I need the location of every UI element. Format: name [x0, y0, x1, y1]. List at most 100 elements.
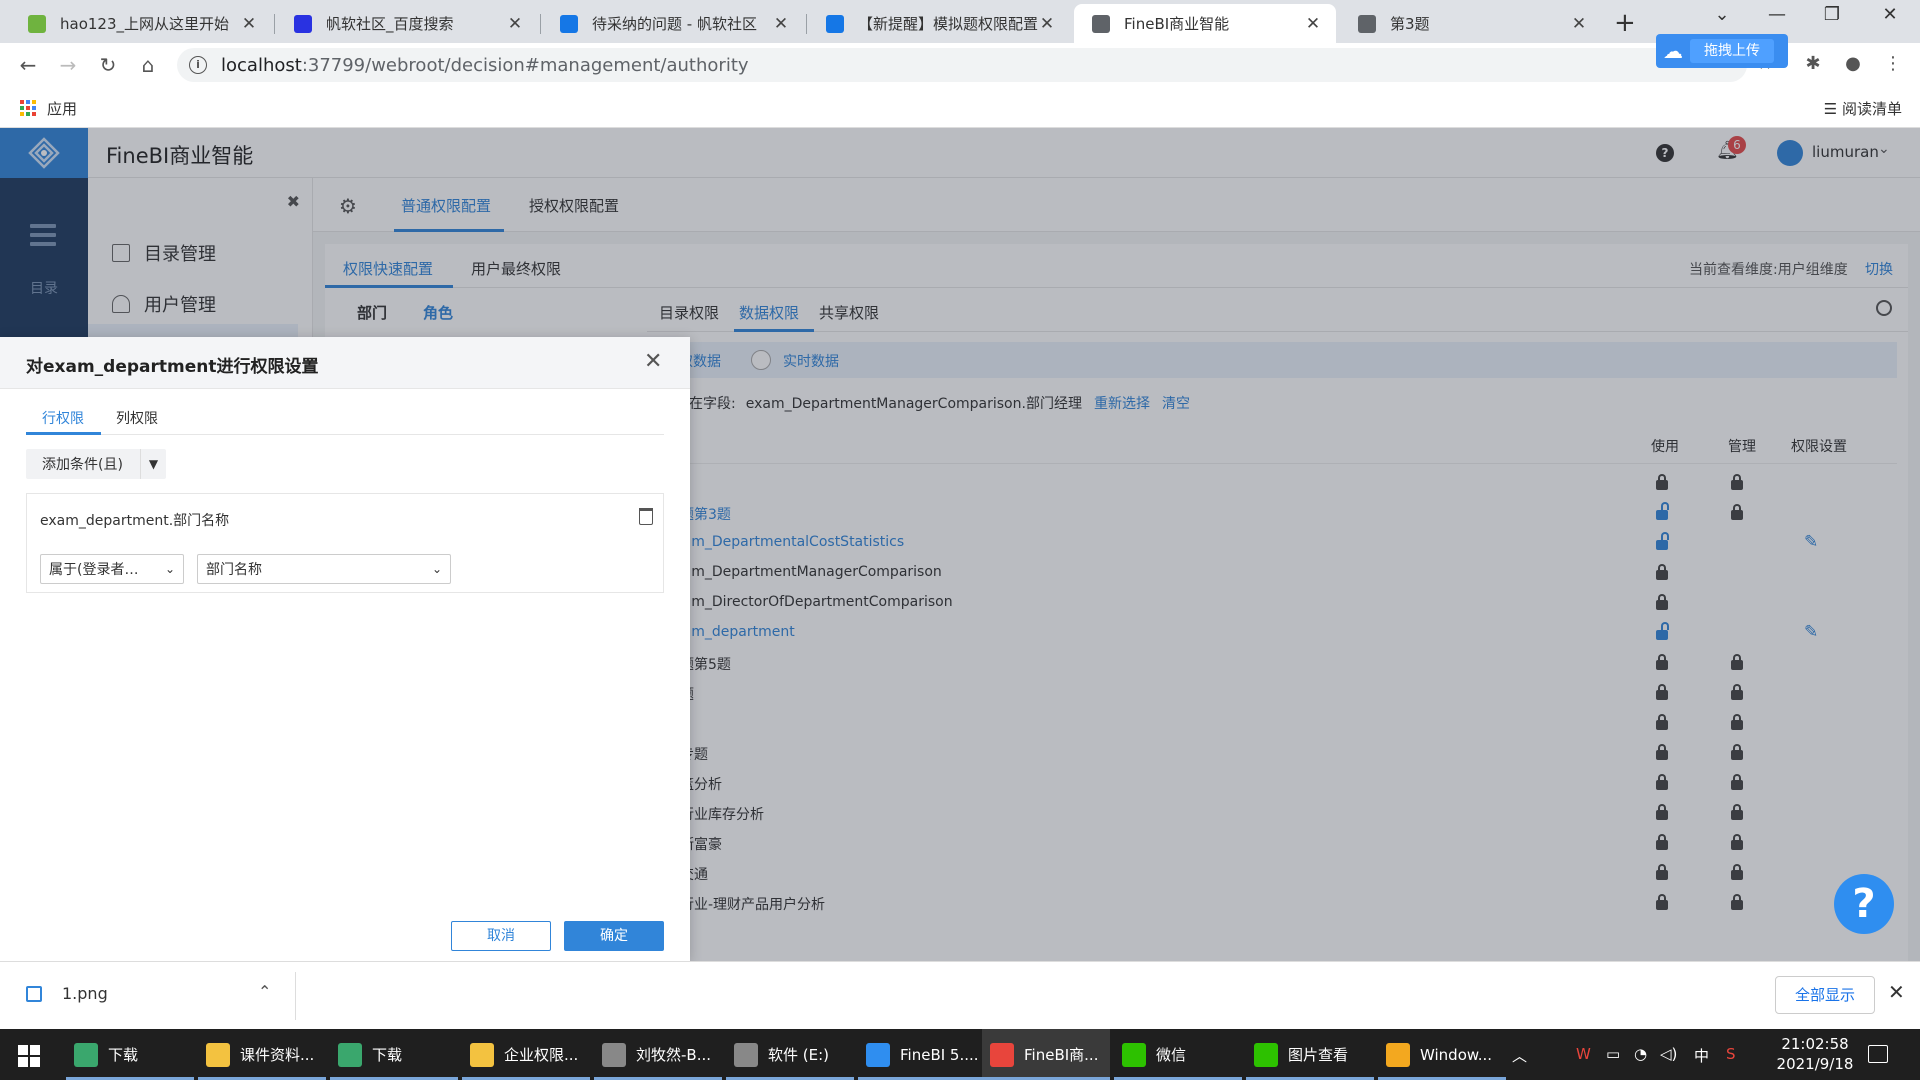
ime-indicator[interactable]: 中 [1694, 1045, 1709, 1066]
tab-search-icon[interactable]: ⌄ [1702, 4, 1742, 25]
taskbar-item[interactable]: FineBI 5.... [858, 1029, 986, 1080]
reload-icon[interactable]: ↻ [94, 51, 122, 79]
apps-bookmark[interactable]: 应用 [47, 98, 77, 119]
taskbar-item-label: 课件资料... [240, 1046, 315, 1064]
notification-center-icon[interactable] [1868, 1045, 1888, 1063]
browser-tab[interactable]: 【新提醒】模拟题权限配置 ✕ [808, 4, 1070, 43]
show-all-downloads-button[interactable]: 全部显示 [1775, 976, 1875, 1014]
taskbar-item[interactable]: Window... [1378, 1029, 1506, 1080]
taskbar-item-label: 下载 [372, 1046, 403, 1064]
floating-help-icon[interactable]: ? [1834, 874, 1894, 934]
divider [295, 972, 296, 1020]
dialog-tabs: 行权限 列权限 [26, 399, 664, 435]
operator-select[interactable]: 属于(登录者… ⌄ [40, 554, 184, 584]
battery-icon[interactable]: ▭ [1606, 1045, 1620, 1063]
address-bar[interactable]: i localhost:37799/webroot/decision#manag… [177, 48, 1747, 82]
globe-icon [1092, 14, 1110, 33]
windows-start-icon[interactable] [18, 1045, 40, 1067]
close-tab-icon[interactable]: ✕ [1570, 14, 1588, 34]
maximize-button[interactable]: ❐ [1812, 4, 1852, 25]
network-icon[interactable]: ◔ [1634, 1045, 1647, 1063]
taskbar-item[interactable]: 下载 [66, 1029, 194, 1080]
tab-separator [806, 14, 807, 34]
taskbar-item[interactable]: 刘牧然-B... [594, 1029, 722, 1080]
reading-list-button[interactable]: ☰ 阅读清单 [1824, 98, 1902, 119]
download-bar: 1.png ⌃ 全部显示 ✕ [0, 961, 1920, 1029]
taskbar-item-label: 微信 [1156, 1046, 1187, 1064]
forward-icon[interactable]: → [54, 51, 82, 79]
chevron-down-icon: ⌄ [431, 562, 443, 576]
drag-upload-widget[interactable]: ☁ 拖拽上传 [1656, 34, 1788, 68]
taskbar-item[interactable]: FineBI商... [982, 1029, 1110, 1080]
wps-icon[interactable]: W [1576, 1045, 1591, 1063]
app-icon [990, 1042, 1014, 1067]
url-host: localhost [221, 54, 302, 76]
browser-tab[interactable]: FineBI商业智能 ✕ [1074, 4, 1336, 43]
fanruan-icon [826, 14, 844, 33]
close-tab-icon[interactable]: ✕ [506, 14, 524, 34]
chevron-up-icon[interactable]: ⌃ [258, 982, 271, 1001]
add-condition-button[interactable]: 添加条件(且) ▼ [26, 449, 166, 479]
tab-row-permission[interactable]: 行权限 [42, 408, 84, 428]
home-icon[interactable]: ⌂ [134, 51, 162, 79]
profile-icon[interactable]: ● [1840, 53, 1866, 74]
close-download-bar-icon[interactable]: ✕ [1888, 980, 1905, 1004]
system-clock[interactable]: 21:02:58 2021/9/18 [1760, 1034, 1870, 1074]
value-field-select[interactable]: 部门名称 ⌄ [197, 554, 451, 584]
extensions-icon[interactable]: ✱ [1800, 53, 1826, 74]
value-field-value: 部门名称 [206, 562, 262, 578]
close-window-button[interactable]: ✕ [1870, 4, 1910, 25]
dialog-title: 对exam_department进行权限设置 [26, 357, 319, 377]
app-icon [866, 1042, 890, 1067]
tab-separator [540, 14, 541, 34]
new-tab-button[interactable]: + [1614, 8, 1636, 38]
globe-icon [1358, 14, 1376, 33]
minimize-button[interactable]: — [1757, 4, 1797, 25]
tab-title: FineBI商业智能 [1124, 15, 1230, 33]
browser-tab[interactable]: 待采纳的问题 - 帆软社区 ✕ [542, 4, 804, 43]
sogou-icon[interactable]: S [1726, 1045, 1736, 1063]
confirm-button[interactable]: 确定 [564, 921, 664, 951]
browser-tab[interactable]: 第3题 ✕ [1340, 4, 1602, 43]
taskbar-item[interactable]: 企业权限... [462, 1029, 590, 1080]
taskbar-item[interactable]: 图片查看 [1246, 1029, 1374, 1080]
close-tab-icon[interactable]: ✕ [1038, 14, 1056, 34]
close-tab-icon[interactable]: ✕ [240, 14, 258, 34]
browser-toolbar: ← → ↻ ⌂ i localhost:37799/webroot/decisi… [0, 43, 1920, 88]
taskbar-item[interactable]: 课件资料... [198, 1029, 326, 1080]
app-icon [470, 1042, 494, 1067]
caret-down-icon[interactable]: ▼ [140, 449, 166, 479]
windows-taskbar: ︿ W ▭ ◔ ◁) 中 S 21:02:58 2021/9/18 下载 课件资料… [0, 1029, 1920, 1080]
volume-icon[interactable]: ◁) [1660, 1045, 1677, 1063]
dialog-header: 对exam_department进行权限设置 ✕ [0, 337, 690, 389]
tray-expand-icon[interactable]: ︿ [1512, 1045, 1527, 1066]
apps-grid-icon[interactable] [20, 100, 36, 116]
close-tab-icon[interactable]: ✕ [1304, 14, 1322, 34]
app-icon [1254, 1042, 1278, 1067]
download-item[interactable]: 1.png [62, 984, 108, 1003]
chevron-down-icon: ⌄ [164, 562, 176, 576]
close-icon[interactable]: ✕ [644, 349, 662, 374]
cancel-button[interactable]: 取消 [451, 921, 551, 951]
condition-card: exam_department.部门名称 属于(登录者… ⌄ 部门名称 ⌄ [26, 493, 664, 593]
clock-time: 21:02:58 [1781, 1035, 1849, 1053]
browser-tab[interactable]: 帆软社区_百度搜索 ✕ [276, 4, 538, 43]
operator-value: 属于(登录者… [49, 562, 139, 578]
browser-tab[interactable]: hao123_上网从这里开始 ✕ [10, 4, 272, 43]
trash-icon[interactable] [639, 508, 653, 525]
reading-list-label: 阅读清单 [1841, 100, 1902, 118]
cloud-icon: ☁ [1663, 39, 1683, 63]
back-icon[interactable]: ← [14, 51, 42, 79]
browser-menu-icon[interactable]: ⋮ [1880, 53, 1906, 74]
app-icon [338, 1042, 362, 1067]
close-tab-icon[interactable]: ✕ [772, 14, 790, 34]
taskbar-item-label: 刘牧然-B... [636, 1046, 712, 1064]
bookmarks-bar: 应用 ☰ 阅读清单 [0, 88, 1920, 128]
taskbar-item[interactable]: 下载 [330, 1029, 458, 1080]
tab-column-permission[interactable]: 列权限 [116, 408, 158, 428]
site-info-icon[interactable]: i [189, 56, 207, 74]
taskbar-item-label: 企业权限... [504, 1046, 579, 1064]
baidu-icon [294, 14, 312, 33]
taskbar-item[interactable]: 微信 [1114, 1029, 1242, 1080]
taskbar-item[interactable]: 软件 (E:) [726, 1029, 854, 1080]
